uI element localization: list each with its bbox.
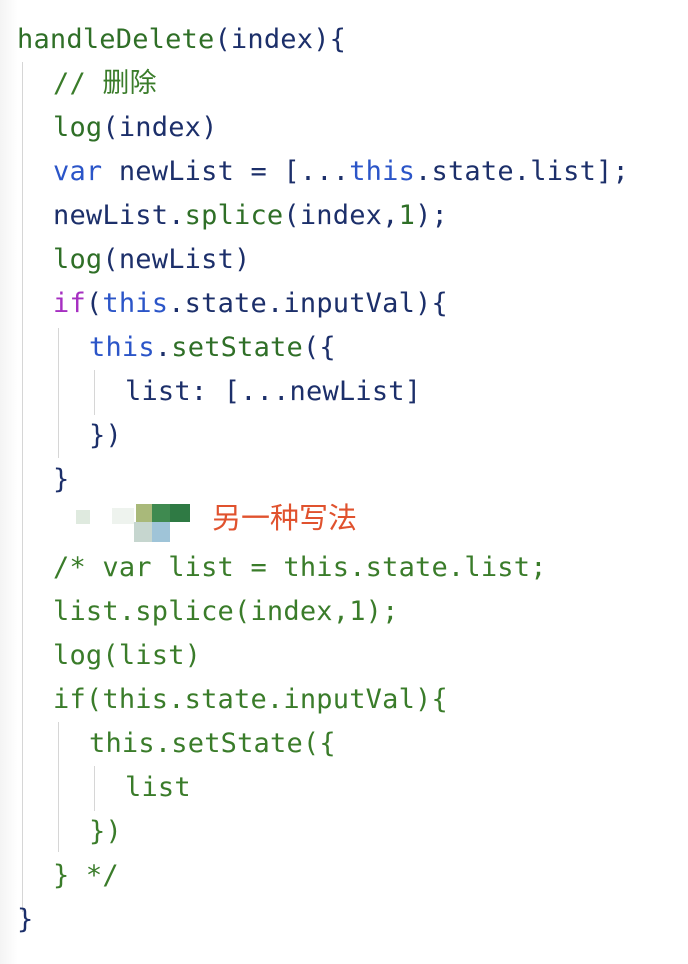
keyword-this: this (102, 288, 169, 319)
comment-text: log(list) (53, 640, 202, 671)
code-line: log(newList) (53, 240, 250, 280)
keyword-if: if (53, 288, 86, 319)
keyword-this: this (89, 332, 155, 363)
number-literal: 1 (398, 200, 416, 231)
code-line: } (53, 460, 69, 500)
code-token: list: [...newList] (125, 376, 422, 407)
annotation-label: 另一种写法 (212, 501, 358, 535)
code-comment: list.splice(index,1); (53, 592, 399, 632)
code-token: .state.inputVal){ (168, 288, 448, 319)
function-call: splice (184, 200, 284, 231)
redacted-pixels (52, 500, 192, 544)
indent-guide (94, 766, 95, 811)
comment-text: if(this.state.inputVal){ (53, 684, 448, 715)
comment-text: }) (89, 816, 122, 847)
code-line: } (17, 900, 33, 940)
code-comment: log(list) (53, 636, 201, 676)
code-comment: if(this.state.inputVal){ (53, 680, 448, 720)
keyword-var: var (53, 156, 103, 187)
code-token: (newList) (102, 244, 251, 275)
code-comment: list (125, 768, 191, 808)
code-token: ({ (302, 332, 336, 363)
code-comment: } */ (53, 856, 119, 896)
comment-text: list (125, 772, 191, 803)
code-token: newList = [... (102, 156, 350, 187)
indent-guide (22, 62, 23, 912)
function-call: log (53, 244, 103, 275)
code-token: .state.list]; (415, 156, 629, 187)
code-token: newList. (53, 200, 185, 231)
comment-text: // 删除 (53, 68, 157, 99)
code-comment: // 删除 (53, 64, 157, 104)
code-line: var newList = [...this.state.list]; (53, 152, 629, 192)
function-call: log (53, 112, 103, 143)
code-token: ( (85, 288, 103, 319)
code-line: }) (89, 416, 122, 456)
comment-text: } */ (53, 860, 119, 891)
indent-guide (58, 722, 59, 852)
code-token: }) (89, 420, 122, 451)
editor-gutter (0, 0, 18, 964)
code-line: if(this.state.inputVal){ (53, 284, 448, 324)
indent-guide (58, 328, 59, 458)
code-token: . (154, 332, 172, 363)
code-token: (index, (283, 200, 399, 231)
code-token: (index) (102, 112, 218, 143)
code-comment: /* var list = this.state.list; (53, 548, 547, 588)
keyword-this: this (349, 156, 416, 187)
code-line: handleDelete(index){ (17, 20, 346, 60)
code-token: } (53, 464, 70, 495)
code-line: this.setState({ (89, 328, 336, 368)
comment-text: this.setState({ (89, 728, 336, 759)
code-editor[interactable]: handleDelete(index){ // 删除 log(index) va… (0, 0, 688, 964)
code-comment: }) (89, 812, 122, 852)
comment-text: list.splice(index,1); (53, 596, 399, 627)
indent-guide (94, 370, 95, 415)
code-line: list: [...newList] (125, 372, 421, 412)
code-comment: this.setState({ (89, 724, 336, 764)
function-call: setState (171, 332, 303, 363)
code-token: ); (415, 200, 448, 231)
code-line: newList.splice(index,1); (53, 196, 448, 236)
code-line: log(index) (53, 108, 218, 148)
comment-text: /* var list = this.state.list; (53, 552, 547, 583)
code-token: (index){ (214, 24, 347, 55)
function-name: handleDelete (17, 24, 215, 55)
code-token: } (17, 904, 34, 935)
